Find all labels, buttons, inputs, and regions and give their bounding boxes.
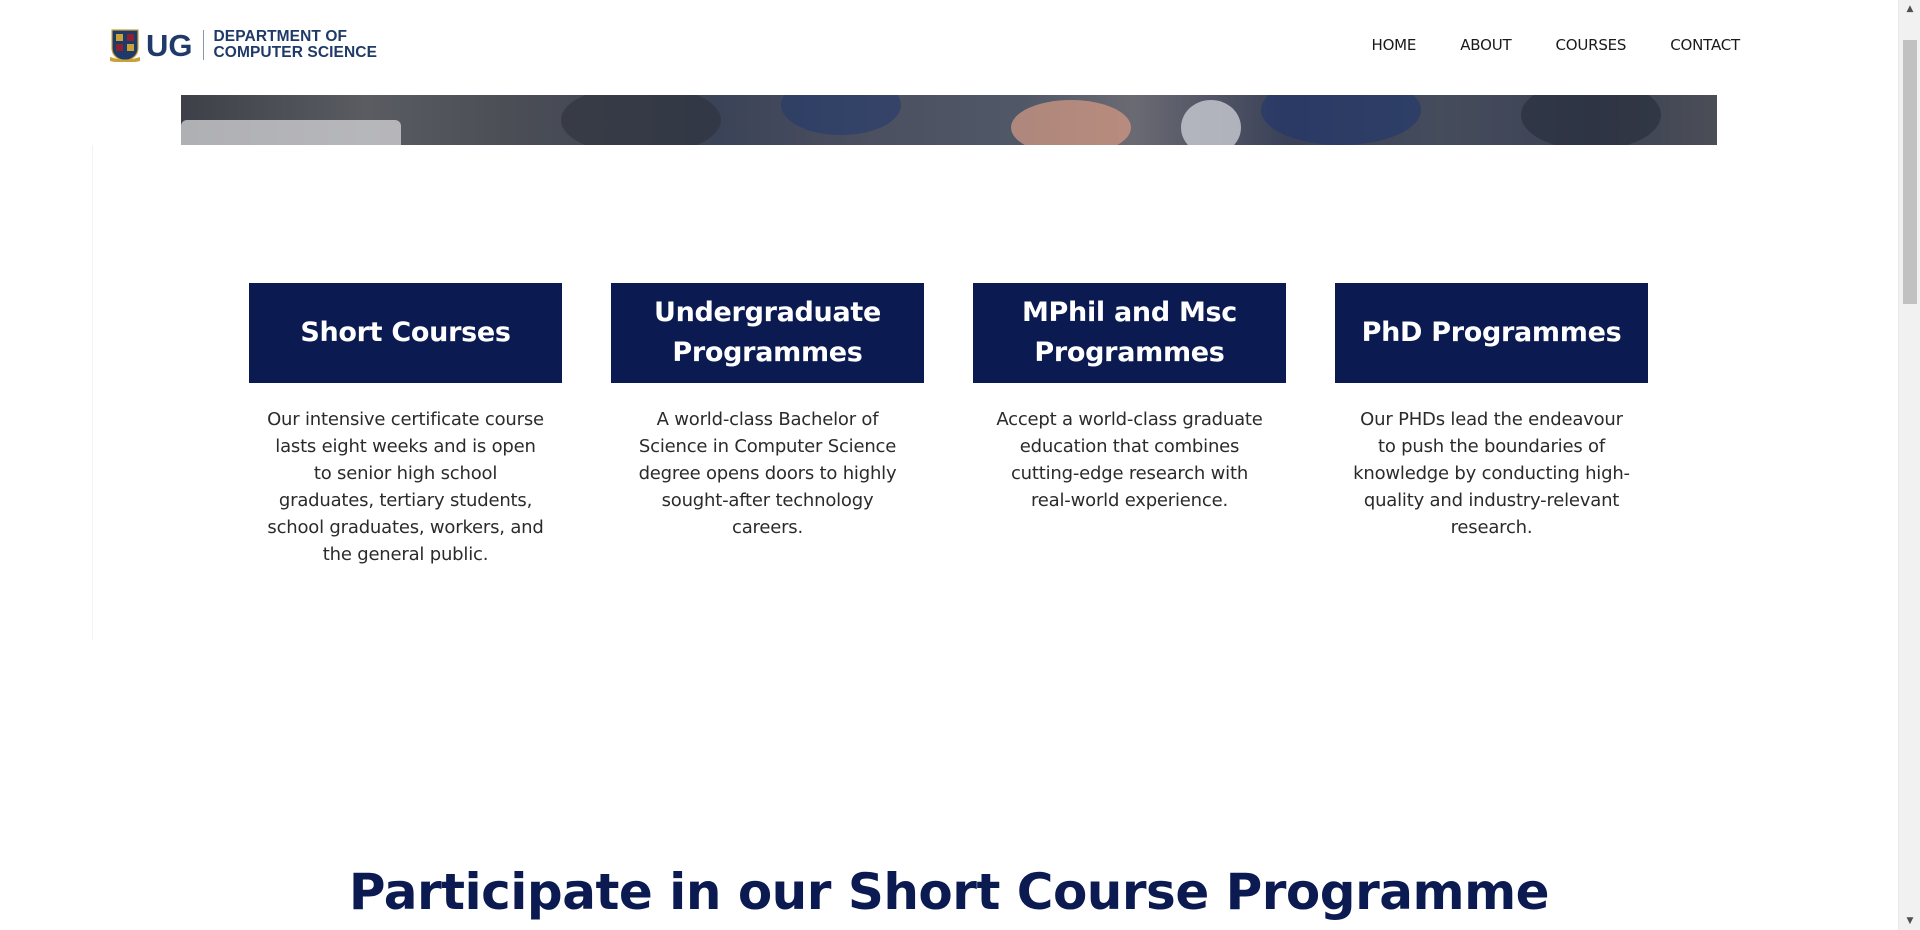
logo-ug-text: UG — [146, 27, 193, 63]
section-heading: Participate in our Short Course Programm… — [348, 862, 1550, 921]
card-description: A world-class Bachelor of Science in Com… — [638, 409, 897, 538]
card-title: MPhil and Msc Programmes — [1021, 297, 1237, 368]
card-title-box[interactable]: PhD Programmes — [1335, 283, 1648, 383]
logo-dept-line2: COMPUTER SCIENCE — [213, 44, 378, 61]
programme-cards: Short Courses Our intensive certificate … — [249, 283, 1648, 568]
vertical-scrollbar[interactable]: ▲ ▼ — [1898, 0, 1920, 930]
nav-link-home[interactable]: HOME — [1371, 36, 1416, 54]
content-border — [92, 145, 93, 640]
card-title-box[interactable]: Undergraduate Programmes — [611, 283, 924, 383]
card-title: PhD Programmes — [1361, 317, 1622, 348]
card-mphil-msc: MPhil and Msc Programmes Accept a world-… — [973, 283, 1286, 568]
card-description: Accept a world-class graduate education … — [996, 409, 1263, 511]
logo-department-name: DEPARTMENT OF COMPUTER SCIENCE — [214, 29, 378, 61]
card-title-box[interactable]: MPhil and Msc Programmes — [973, 283, 1286, 383]
main-nav: HOME ABOUT COURSES CONTACT — [1327, 36, 1740, 54]
card-description: Our intensive certificate course lasts e… — [267, 409, 544, 565]
scroll-down-icon[interactable]: ▼ — [1899, 912, 1920, 930]
page-viewport: UG DEPARTMENT OF COMPUTER SCIENCE HOME A… — [0, 0, 1898, 930]
logo-dept-line1: DEPARTMENT OF — [213, 28, 348, 45]
card-short-courses: Short Courses Our intensive certificate … — [249, 283, 562, 568]
card-undergraduate: Undergraduate Programmes A world-class B… — [611, 283, 924, 568]
logo-divider — [202, 30, 204, 60]
scroll-up-icon[interactable]: ▲ — [1899, 0, 1920, 18]
nav-link-about[interactable]: ABOUT — [1460, 36, 1511, 54]
card-title: Undergraduate Programmes — [653, 297, 882, 368]
card-title: Short Courses — [300, 317, 511, 348]
hero-image — [181, 95, 1717, 145]
nav-link-courses[interactable]: COURSES — [1555, 36, 1626, 54]
nav-link-contact[interactable]: CONTACT — [1670, 36, 1740, 54]
scroll-thumb[interactable] — [1903, 40, 1917, 304]
site-logo[interactable]: UG DEPARTMENT OF COMPUTER SCIENCE — [110, 27, 377, 63]
card-description: Our PHDs lead the endeavour to push the … — [1353, 409, 1630, 538]
site-header: UG DEPARTMENT OF COMPUTER SCIENCE HOME A… — [0, 0, 1898, 95]
card-title-box[interactable]: Short Courses — [249, 283, 562, 383]
university-crest-icon — [110, 29, 140, 62]
card-phd: PhD Programmes Our PHDs lead the endeavo… — [1335, 283, 1648, 568]
